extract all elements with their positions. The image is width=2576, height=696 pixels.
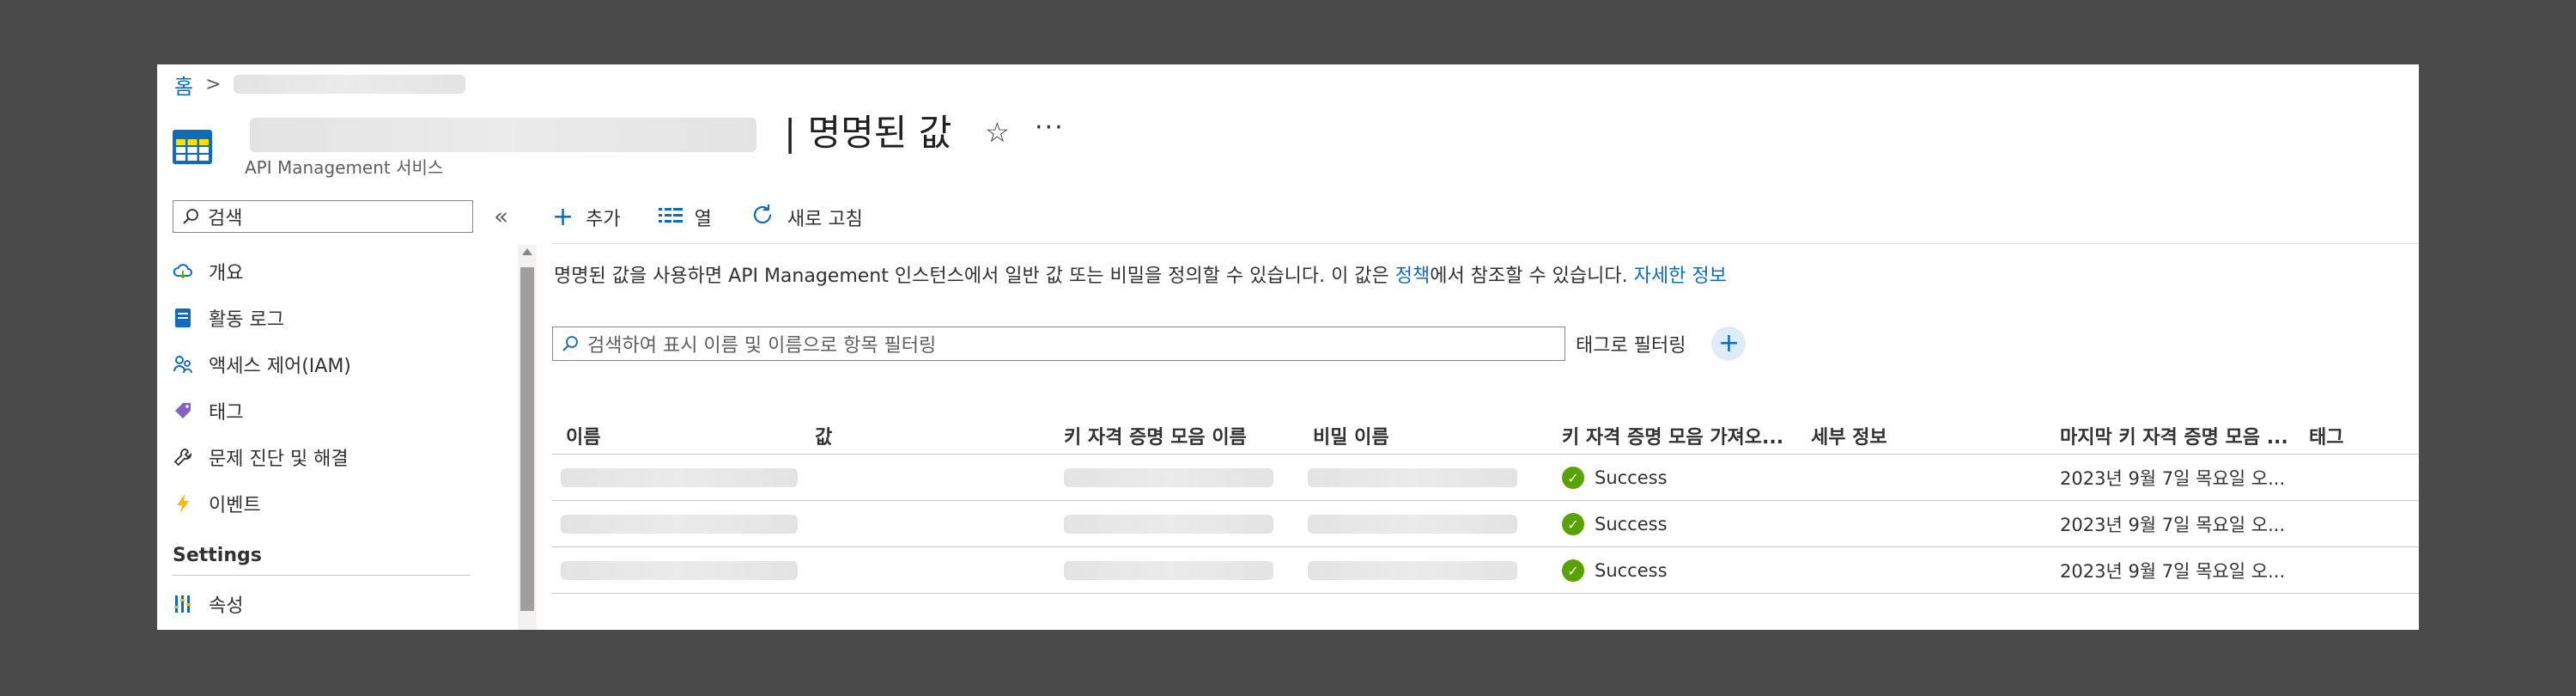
description-part2: 에서 참조할 수 있습니다.	[1430, 266, 1634, 287]
column-header-key-vault-name[interactable]: 키 자격 증명 모음 이름	[1064, 422, 1247, 449]
column-header-tags[interactable]: 태그	[2309, 422, 2343, 449]
sidebar-item-events[interactable]: 이벤트	[173, 480, 465, 527]
scroll-up-arrow-icon[interactable]	[522, 248, 532, 255]
sidebar-item-label: 활동 로그	[209, 309, 284, 331]
description-text: 명명된 값을 사용하면 API Management 인스턴스에서 일반 값 또…	[554, 260, 1727, 288]
log-icon	[173, 308, 193, 328]
filter-search-input[interactable]: 검색하여 표시 이름 및 이름으로 항목 필터링	[552, 327, 1565, 361]
breadcrumb-resource-redacted[interactable]	[233, 75, 465, 94]
tag-icon	[173, 400, 193, 421]
sidebar-item-activity-log[interactable]: 활동 로그	[173, 295, 465, 341]
column-header-details[interactable]: 세부 정보	[1811, 422, 1887, 449]
sidebar-scrollbar[interactable]	[518, 245, 537, 630]
columns-button-label: 열	[694, 209, 712, 230]
sidebar-item-diagnose[interactable]: 문제 진단 및 해결	[173, 434, 465, 480]
description-part1: 명명된 값을 사용하면 API Management 인스턴스에서 일반 값 또…	[554, 266, 1395, 287]
page-subtitle: API Management 서비스	[245, 157, 444, 178]
success-check-icon: ✓	[1562, 559, 1584, 582]
refresh-icon	[750, 202, 775, 233]
add-tag-filter-button[interactable]: +	[1711, 327, 1747, 361]
sidebar-item-label: 문제 진단 및 해결	[209, 449, 349, 470]
key-vault-name-redacted	[1064, 468, 1273, 487]
table-row[interactable]: ✓ Success 2023년 9월 7일 목요일 오...	[552, 547, 2419, 594]
secret-name-redacted	[1308, 515, 1517, 534]
refresh-button-label: 새로 고침	[787, 209, 863, 230]
table-header: 이름 값 키 자격 증명 모음 이름 비밀 이름 키 자격 증명 모음 가져오.…	[552, 412, 2419, 455]
scrollbar-thumb[interactable]	[520, 267, 534, 611]
sidebar: 검색 « 개요 활동 로그 액세스 제어(IAM) 태그 문제 진단 및 해결 …	[173, 200, 537, 630]
lightning-icon	[173, 493, 193, 514]
table-row[interactable]: ✓ Success 2023년 9월 7일 목요일 오...	[552, 501, 2419, 547]
page-header: | 명명된 값 ☆ ··· API Management 서비스	[173, 109, 1375, 192]
api-management-icon	[173, 130, 212, 164]
sidebar-item-tags[interactable]: 태그	[173, 388, 465, 434]
table-row[interactable]: ✓ Success 2023년 9월 7일 목요일 오...	[552, 455, 2419, 501]
people-icon	[173, 354, 193, 375]
plus-icon: +	[552, 202, 574, 232]
breadcrumb: 홈 >	[174, 70, 465, 100]
status-text: Success	[1595, 560, 1668, 581]
success-check-icon: ✓	[1562, 513, 1584, 535]
secret-name-redacted	[1308, 468, 1517, 487]
columns-button[interactable]: 열	[658, 204, 712, 231]
last-refresh-text: 2023년 9월 7일 목요일 오...	[2060, 561, 2286, 582]
properties-icon	[173, 594, 193, 614]
status-text: Success	[1595, 467, 1668, 488]
refresh-button[interactable]: 새로 고침	[750, 202, 863, 233]
name-redacted	[561, 468, 798, 487]
command-bar: + 추가 열 새로 고침	[552, 200, 863, 235]
last-refresh-text: 2023년 9월 7일 목요일 오...	[2060, 468, 2286, 489]
cloud-icon	[173, 261, 193, 282]
sidebar-item-properties[interactable]: 속성	[173, 581, 465, 627]
breadcrumb-home-link[interactable]: 홈	[174, 70, 193, 100]
sidebar-item-label: 태그	[209, 402, 244, 424]
filter-search-placeholder: 검색하여 표시 이름 및 이름으로 항목 필터링	[587, 335, 937, 357]
filter-row: 검색하여 표시 이름 및 이름으로 항목 필터링 태그로 필터링 +	[552, 326, 1747, 362]
search-icon	[562, 336, 578, 351]
sidebar-item-iam[interactable]: 액세스 제어(IAM)	[173, 341, 465, 388]
sidebar-item-overview[interactable]: 개요	[173, 248, 465, 295]
sidebar-search-input[interactable]: 검색	[173, 200, 473, 233]
add-button-label: 추가	[586, 209, 621, 230]
sidebar-item-label: 속성	[209, 595, 244, 617]
columns-icon	[658, 205, 683, 230]
column-header-value[interactable]: 값	[815, 422, 832, 449]
sidebar-nav: 개요 활동 로그 액세스 제어(IAM) 태그 문제 진단 및 해결 이벤트 S…	[173, 248, 470, 627]
column-header-key-vault-fetch[interactable]: 키 자격 증명 모음 가져오...	[1562, 422, 1783, 449]
section-divider	[173, 575, 470, 576]
wrench-icon	[173, 447, 193, 467]
last-refresh-text: 2023년 9월 7일 목요일 오...	[2060, 515, 2286, 535]
key-vault-name-redacted	[1064, 515, 1273, 534]
search-icon	[183, 209, 198, 224]
column-header-last-key-vault[interactable]: 마지막 키 자격 증명 모음 ...	[2060, 422, 2288, 449]
sidebar-item-label: 개요	[209, 263, 244, 284]
name-redacted	[561, 515, 798, 534]
tag-filter-label: 태그로 필터링	[1576, 335, 1686, 357]
app-panel: 홈 > | 명명된 값 ☆ ··· API Management 서비스 검색 …	[157, 64, 2419, 630]
key-vault-name-redacted	[1064, 561, 1273, 580]
learn-more-link[interactable]: 자세한 정보	[1634, 266, 1727, 287]
page-title: | 명명된 값	[784, 112, 952, 154]
sidebar-item-label: 이벤트	[209, 495, 261, 516]
resource-name-redacted	[250, 118, 756, 152]
sidebar-search-placeholder: 검색	[208, 208, 243, 229]
toolbar-divider	[552, 243, 2419, 244]
star-icon[interactable]: ☆	[985, 116, 1010, 149]
policy-link[interactable]: 정책	[1395, 266, 1430, 287]
more-icon[interactable]: ···	[1035, 113, 1065, 143]
status-text: Success	[1595, 514, 1668, 534]
main-content: + 추가 열 새로 고침 명명된 값을 사용하면 API Management …	[552, 200, 2419, 630]
sidebar-item-label: 액세스 제어(IAM)	[209, 356, 351, 377]
success-check-icon: ✓	[1562, 467, 1584, 489]
named-values-table: 이름 값 키 자격 증명 모음 이름 비밀 이름 키 자격 증명 모음 가져오.…	[552, 412, 2419, 594]
column-header-secret-name[interactable]: 비밀 이름	[1313, 422, 1389, 449]
column-header-name[interactable]: 이름	[566, 422, 600, 449]
secret-name-redacted	[1308, 561, 1517, 580]
collapse-sidebar-button[interactable]: «	[494, 202, 508, 230]
sidebar-section-settings: Settings	[173, 545, 262, 566]
breadcrumb-separator: >	[205, 73, 222, 95]
name-redacted	[561, 561, 798, 580]
add-button[interactable]: + 추가	[552, 204, 621, 231]
